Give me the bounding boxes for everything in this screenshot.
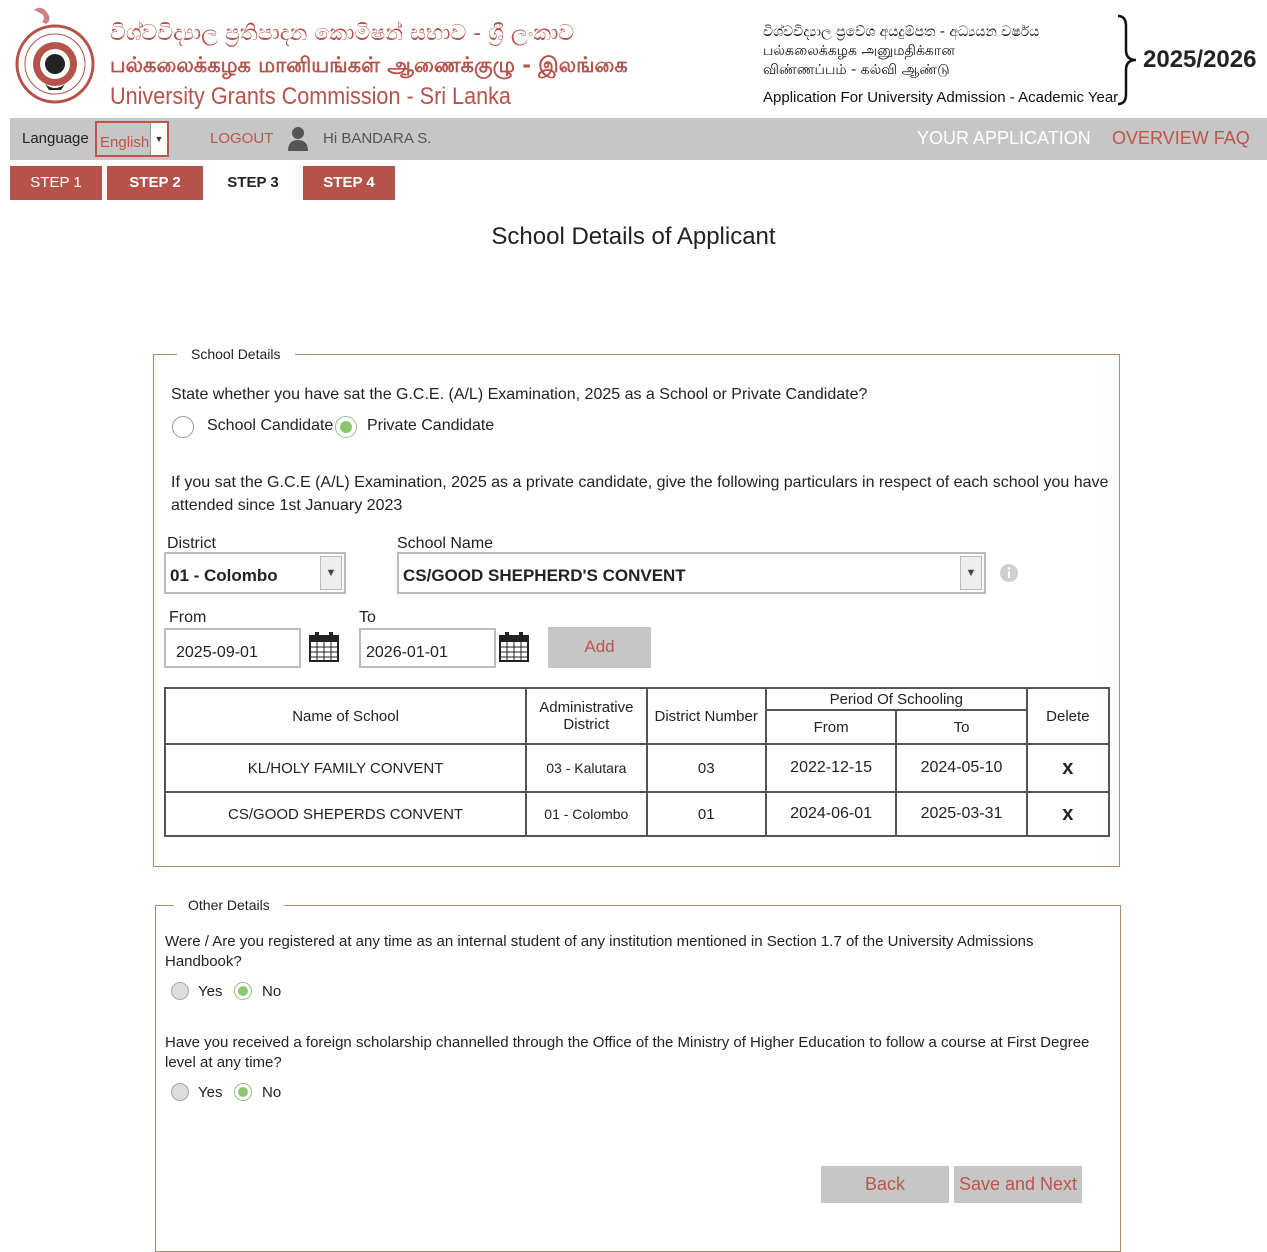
from-date-input[interactable]: 2025-09-01 xyxy=(164,628,301,668)
instruction-line-2: attended since 1st January 2023 xyxy=(171,497,403,514)
back-button[interactable]: Back xyxy=(821,1166,949,1203)
col-period-of-schooling: Period Of Schooling xyxy=(764,687,1028,711)
step-4-tab[interactable]: STEP 4 xyxy=(303,166,395,200)
table-row: CS/GOOD SHEPERDS CONVENT 01 - Colombo 01… xyxy=(163,791,1111,837)
q1-no-radio[interactable] xyxy=(234,982,252,1000)
row-school: KL/HOLY FAMILY CONVENT xyxy=(163,743,528,793)
to-date-input[interactable]: 2026-01-01 xyxy=(359,628,496,668)
scholarship-question-2: level at any time? xyxy=(165,1054,282,1071)
col-district-number: District Number xyxy=(645,687,767,745)
col-admin-line-1: Administrative xyxy=(539,699,634,716)
your-application-link[interactable]: YOUR APPLICATION xyxy=(917,128,1091,149)
private-candidate-radio[interactable] xyxy=(335,416,357,438)
chevron-down-icon: ▼ xyxy=(150,123,167,155)
schools-table: Name of School Administrative District D… xyxy=(163,687,1111,837)
info-icon[interactable] xyxy=(999,563,1019,583)
school-name-select[interactable]: CS/GOOD SHEPHERD'S CONVENT ▼ xyxy=(397,552,986,594)
add-button[interactable]: Add xyxy=(548,627,651,668)
col-admin-line-2: District xyxy=(563,716,610,733)
title-tamil: பல்கலைக்கழக மானியங்கள் ஆணைக்குழு - இலங்க… xyxy=(110,53,628,77)
row-school: CS/GOOD SHEPERDS CONVENT xyxy=(163,791,528,837)
col-name-of-school: Name of School xyxy=(163,687,528,745)
row-from: 2024-06-01 xyxy=(764,791,898,837)
calendar-icon[interactable] xyxy=(499,632,529,662)
logout-link[interactable]: LOGOUT xyxy=(210,130,273,147)
step-2-tab[interactable]: STEP 2 xyxy=(107,166,203,200)
school-name-label: School Name xyxy=(397,535,494,552)
q2-no-label: No xyxy=(262,1084,282,1101)
language-select[interactable]: English ▼ xyxy=(95,121,169,157)
overview-faq-link[interactable]: OVERVIEW FAQ xyxy=(1112,128,1250,149)
delete-icon[interactable]: x xyxy=(1025,791,1111,837)
q1-yes-radio[interactable] xyxy=(171,982,189,1000)
internal-student-question-1: Were / Are you registered at any time as… xyxy=(165,933,1034,950)
page-title: School Details of Applicant xyxy=(491,223,776,250)
application-title-english: Application For University Admission - A… xyxy=(763,89,1119,106)
district-label: District xyxy=(167,535,216,552)
col-administrative-district: Administrative District xyxy=(525,687,648,745)
scholarship-question-1: Have you received a foreign scholarship … xyxy=(165,1034,1090,1051)
internal-student-question-2: Handbook? xyxy=(165,953,242,970)
row-admin-district: 03 - Kalutara xyxy=(525,743,648,793)
row-to: 2024-05-10 xyxy=(895,743,1028,793)
chevron-down-icon: ▼ xyxy=(320,556,342,590)
col-from: From xyxy=(764,709,898,745)
school-name-value: CS/GOOD SHEPHERD'S CONVENT xyxy=(403,566,686,585)
language-value: English xyxy=(100,134,150,151)
application-title-tamil-1: பல்கலைக்கழக அனுமதிக்கான xyxy=(763,43,955,59)
row-district-number: 01 xyxy=(645,791,767,837)
chevron-down-icon: ▼ xyxy=(960,556,982,590)
row-to: 2025-03-31 xyxy=(895,791,1028,837)
language-label: Language xyxy=(22,130,89,147)
district-value: 01 - Colombo xyxy=(170,566,278,585)
user-greeting: Hi BANDARA S. xyxy=(323,130,432,147)
application-title-tamil-2: விண்ணப்பம் - கல்வி ஆண்டு xyxy=(763,62,950,78)
school-candidate-label: School Candidate xyxy=(207,417,334,434)
calendar-icon[interactable] xyxy=(309,632,339,662)
to-date-value: 2026-01-01 xyxy=(366,644,448,661)
save-and-next-button[interactable]: Save and Next xyxy=(954,1166,1082,1203)
from-date-value: 2025-09-01 xyxy=(176,644,258,661)
table-row: KL/HOLY FAMILY CONVENT 03 - Kalutara 03 … xyxy=(163,743,1111,793)
title-sinhala: විශ්වවිද්‍යාල ප්‍රතිපාදන කොමිෂන් සභාව - … xyxy=(110,21,575,46)
ugc-logo-icon xyxy=(15,7,95,104)
district-select[interactable]: 01 - Colombo ▼ xyxy=(164,552,346,594)
q2-yes-radio[interactable] xyxy=(171,1083,189,1101)
school-details-legend: School Details xyxy=(177,346,295,362)
user-icon xyxy=(288,127,308,151)
row-district-number: 03 xyxy=(645,743,767,793)
q2-no-radio[interactable] xyxy=(234,1083,252,1101)
row-admin-district: 01 - Colombo xyxy=(525,791,648,837)
q1-no-label: No xyxy=(262,983,282,1000)
application-title-sinhala: විශ්වවිද්‍යාල ප්‍රවේශ අයදුම්පත - අධ්‍යයන… xyxy=(763,24,1040,40)
academic-year: 2025/2026 xyxy=(1143,46,1257,73)
title-english: University Grants Commission - Sri Lanka xyxy=(110,83,511,110)
row-from: 2022-12-15 xyxy=(764,743,898,793)
delete-icon[interactable]: x xyxy=(1025,743,1111,793)
col-delete: Delete xyxy=(1025,687,1111,745)
from-label: From xyxy=(169,609,207,626)
step-3-tab[interactable]: STEP 3 xyxy=(208,166,298,200)
to-label: To xyxy=(359,609,376,626)
q1-yes-label: Yes xyxy=(198,983,223,1000)
q2-yes-label: Yes xyxy=(198,1084,223,1101)
school-candidate-radio[interactable] xyxy=(172,416,194,438)
instruction-line-1: If you sat the G.C.E (A/L) Examination, … xyxy=(171,474,1109,491)
col-to: To xyxy=(895,709,1028,745)
step-1-tab[interactable]: STEP 1 xyxy=(10,166,102,200)
other-details-legend: Other Details xyxy=(174,897,284,913)
candidate-type-question: State whether you have sat the G.C.E. (A… xyxy=(171,386,868,403)
private-candidate-label: Private Candidate xyxy=(367,417,495,434)
brace-icon xyxy=(1117,14,1137,106)
